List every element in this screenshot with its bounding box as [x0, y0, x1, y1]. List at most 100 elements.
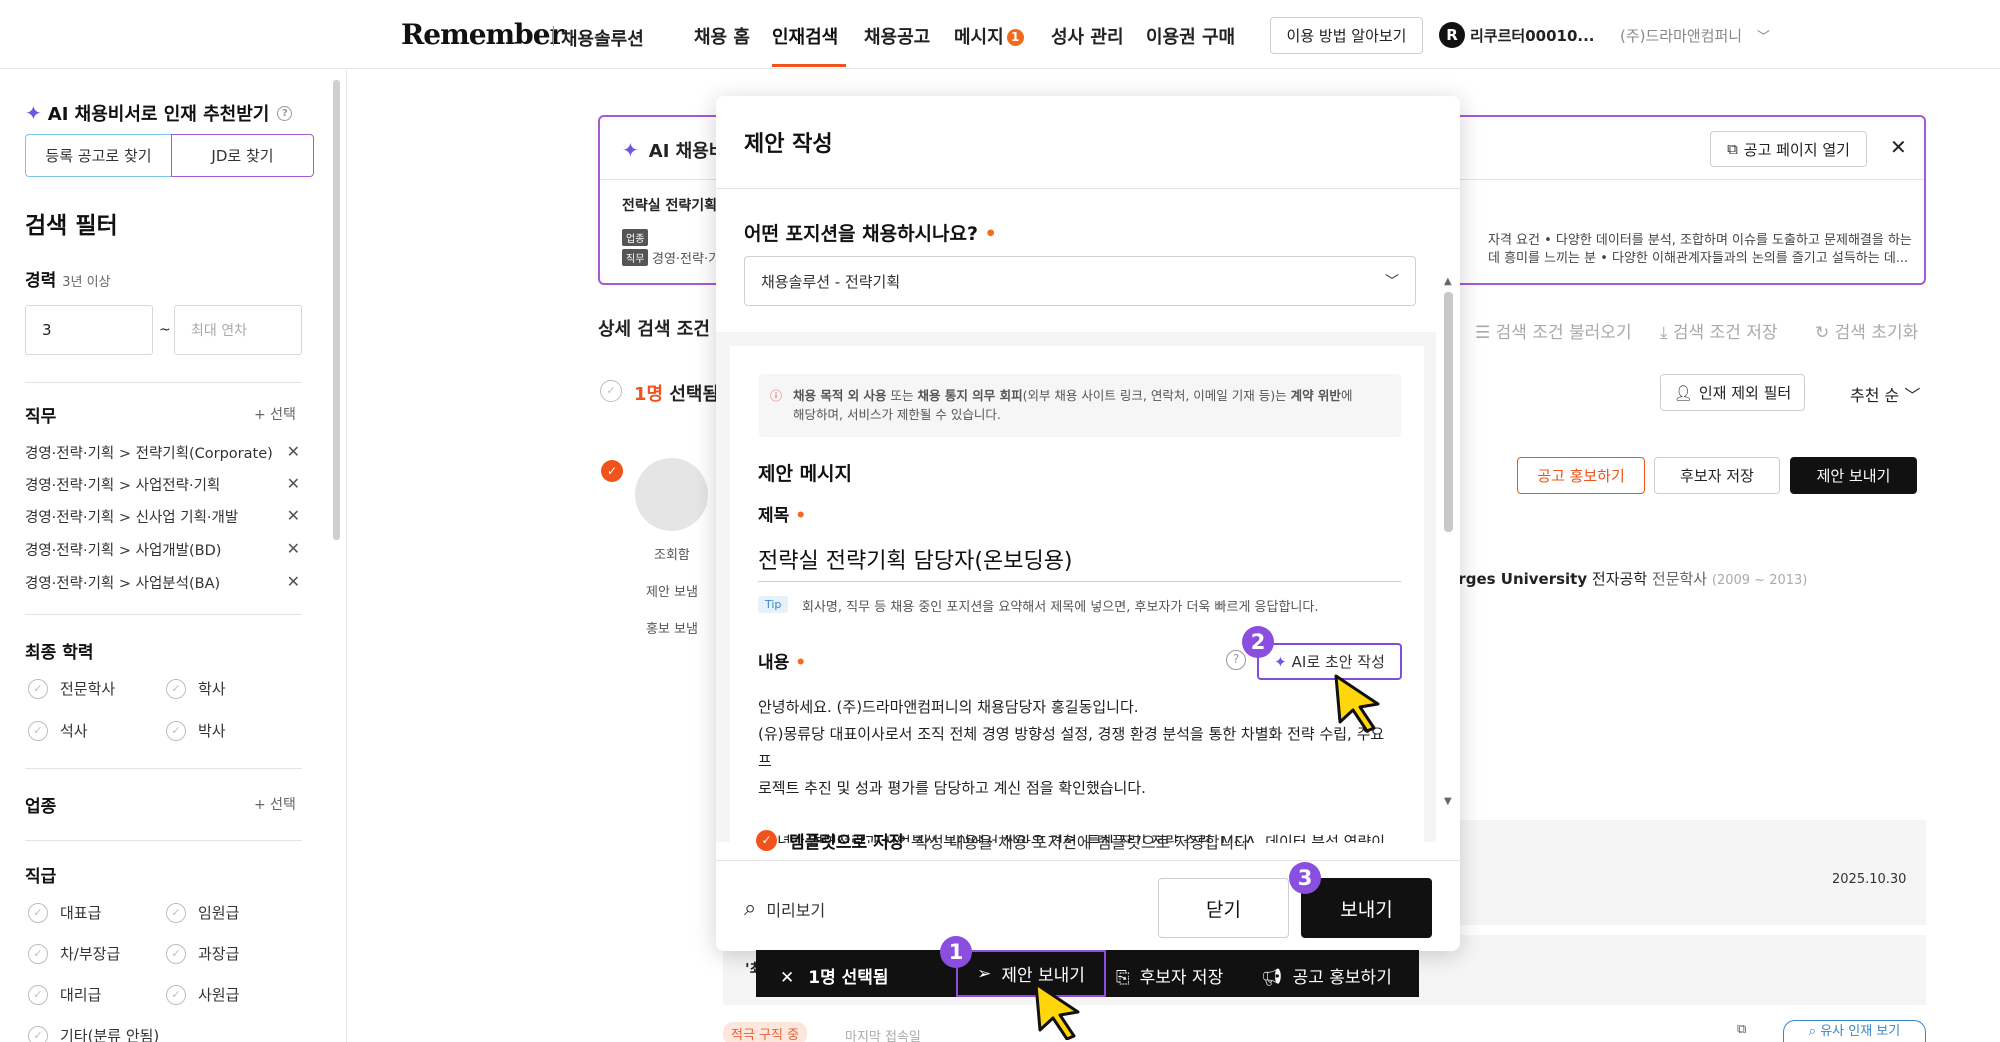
sort-dropdown[interactable]: 추천 순 ﹀ — [1850, 382, 1920, 406]
career-max-input[interactable]: 최대 연차 — [174, 305, 302, 355]
send-button[interactable]: 보내기 — [1301, 878, 1432, 938]
close-icon[interactable]: ✕ — [287, 506, 300, 527]
position-select[interactable]: 채용솔루션 - 전략기획 ﹀ — [744, 256, 1416, 306]
save-candidate-button[interactable]: 후보자 저장 — [1654, 457, 1780, 494]
edu-checkbox[interactable]: ✓ 학사 — [166, 678, 226, 699]
edu-label: 학사 — [198, 680, 226, 698]
close-icon[interactable]: ✕ — [287, 474, 300, 495]
divider — [716, 860, 1460, 861]
content-blank-line — [758, 802, 1398, 829]
rank-label-text: 사원급 — [198, 986, 240, 1004]
template-desc: 작성 내용을 채용 포지션에 템플릿으로 저장합니다 — [914, 832, 1249, 852]
job-add-button[interactable]: + 선택 — [254, 404, 296, 424]
alert-icon: ⓘ — [770, 389, 783, 403]
tab-find-by-posting[interactable]: 등록 공고로 찾기 — [25, 134, 171, 177]
rank-checkbox[interactable]: ✓ 차/부장급 — [28, 943, 120, 964]
nav-job-postings[interactable]: 채용공고 — [864, 23, 930, 49]
exclude-filter-button[interactable]: 👤︎ 인재 제외 필터 — [1660, 374, 1805, 411]
chevron-down-icon[interactable]: ﹀ — [1757, 26, 1770, 45]
filter-title: 검색 필터 — [25, 213, 118, 239]
divider — [25, 614, 302, 615]
tab-find-by-jd[interactable]: JD로 찾기 — [171, 134, 314, 177]
rank-checkbox[interactable]: ✓ 기타(분류 안됨) — [28, 1025, 159, 1042]
history-date: 2025.10.30 — [1832, 872, 1907, 887]
close-icon[interactable]: ✕ — [1890, 135, 1907, 159]
user-avatar[interactable]: R — [1439, 22, 1465, 48]
question-icon[interactable]: ? — [277, 105, 293, 121]
rank-label-text: 대표급 — [60, 904, 102, 922]
send-offer-action[interactable]: ➢ 제안 보내기 — [956, 950, 1106, 997]
scroll-down-icon[interactable]: ▼ — [1444, 796, 1452, 807]
save-candidate-action[interactable]: ⎘ 후보자 저장 — [1116, 963, 1223, 988]
promote-posting-action[interactable]: 📢︎ 공고 홍보하기 — [1261, 963, 1392, 988]
reset-conditions-button[interactable]: ↻ 검색 초기화 — [1815, 318, 1918, 343]
step-marker-1: 1 — [940, 936, 972, 968]
save-conditions-button[interactable]: ⤓ 검색 조건 저장 — [1660, 318, 1778, 343]
load-conditions-label: 검색 조건 불러오기 — [1495, 323, 1632, 343]
rank-checkbox[interactable]: ✓ 임원급 — [166, 902, 239, 923]
save-candidate-label: 후보자 저장 — [1139, 968, 1224, 988]
open-posting-page-button[interactable]: ⧉ 공고 페이지 열기 — [1710, 131, 1867, 167]
load-conditions-button[interactable]: ☰ 검색 조건 불러오기 — [1475, 318, 1632, 343]
candidate-checkbox[interactable]: ✓ — [601, 460, 623, 482]
send-offer-button[interactable]: 제안 보내기 — [1790, 457, 1917, 494]
nav-buy-pass[interactable]: 이용권 구매 — [1146, 23, 1235, 49]
list-icon: ☰ — [1475, 323, 1496, 343]
remember-logo[interactable]: Remember — [401, 18, 564, 51]
subject-label-text: 제목 — [758, 506, 790, 526]
rank-checkbox[interactable]: ✓ 대표급 — [28, 902, 101, 923]
question-icon[interactable]: ? — [1226, 650, 1246, 670]
content-textarea[interactable]: 안녕하세요. (주)드라마앤컴퍼니의 채용담당자 홍길동입니다. (유)몽류당 … — [758, 694, 1398, 843]
external-link-icon[interactable]: ⧉ — [1737, 1022, 1746, 1037]
nav-active-underline — [772, 64, 846, 67]
nav-messages[interactable]: 메시지 1 — [954, 23, 1024, 49]
user-name[interactable]: 리쿠르터00010... — [1470, 25, 1594, 46]
promote-posting-button[interactable]: 공고 홍보하기 — [1517, 457, 1645, 494]
preview-button[interactable]: ⌕ 미리보기 — [744, 896, 825, 921]
edu-checkbox[interactable]: ✓ 박사 — [166, 720, 226, 741]
banner-position: 전략실 전략기획 — [622, 198, 718, 214]
sparkle-icon: ✦ — [622, 138, 639, 162]
megaphone-icon: 📢︎ — [1261, 968, 1283, 988]
rank-checkbox[interactable]: ✓ 대리급 — [28, 984, 101, 1005]
content-line: 안녕하세요. (주)드라마앤컴퍼니의 채용담당자 홍길동입니다. — [758, 698, 1139, 716]
select-all-checkbox[interactable]: ✓ — [600, 380, 622, 402]
close-button[interactable]: 닫기 — [1158, 878, 1289, 938]
career-min-input[interactable]: 3 — [25, 305, 153, 355]
clear-selection-button[interactable]: ✕ 1명 선택됨 — [780, 963, 889, 988]
company-name[interactable]: (주)드라마앤컴퍼니 — [1620, 25, 1742, 46]
how-to-use-button[interactable]: 이용 방법 알아보기 — [1270, 17, 1423, 54]
edu-checkbox[interactable]: ✓ 석사 — [28, 720, 88, 741]
rank-checkbox[interactable]: ✓ 사원급 — [166, 984, 239, 1005]
education-line: orges University 전자공학 전문학사 (2009 ~ 2013) — [1448, 568, 1807, 589]
edu-checkbox[interactable]: ✓ 전문학사 — [28, 678, 115, 699]
check-icon: ✓ — [28, 943, 48, 964]
nav-deal-management[interactable]: 성사 관리 — [1051, 23, 1124, 49]
nav-messages-label: 메시지 — [954, 27, 1004, 48]
nav-recruit-home[interactable]: 채용 홈 — [694, 23, 750, 49]
position-question-text: 어떤 포지션을 채용하시나요? — [744, 223, 979, 245]
sparkle-icon: ✦ — [25, 101, 42, 125]
subject-label: 제목 • — [758, 501, 806, 526]
check-icon: ✓ — [28, 902, 48, 923]
job-filter-item: 경영·전략·기획 > 사업전략·기획 ✕ — [25, 474, 300, 495]
subject-input[interactable]: 전략실 전략기획 담당자(온보딩용) — [758, 538, 1401, 582]
status-badge: 적극 구직 중 — [723, 1022, 808, 1042]
similar-talent-button[interactable]: ⌕ 유사 인재 보기 — [1783, 1020, 1926, 1042]
warning-bold: 채용 통지 의무 회피 — [917, 388, 1023, 403]
scroll-up-icon[interactable]: ▲ — [1444, 276, 1452, 287]
career-label: 경력 3년 이상 — [25, 266, 111, 291]
rank-checkbox[interactable]: ✓ 과장급 — [166, 943, 239, 964]
close-icon[interactable]: ✕ — [287, 442, 300, 463]
job-filter-label: 경영·전략·기획 > 사업분석(BA) — [25, 576, 221, 592]
industry-add-button[interactable]: + 선택 — [254, 794, 296, 814]
sidebar-scrollbar[interactable] — [333, 80, 340, 540]
save-as-template-checkbox[interactable]: ✓ 템플릿으로 저장 작성 내용을 채용 포지션에 템플릿으로 저장합니다 — [756, 828, 1249, 853]
close-icon[interactable]: ✕ — [287, 572, 300, 593]
nav-talent-search[interactable]: 인재검색 — [772, 23, 838, 49]
check-icon: ✓ — [166, 902, 186, 923]
divider — [716, 188, 1460, 189]
modal-scrollbar[interactable] — [1444, 292, 1453, 532]
job-filter-label: 경영·전략·기획 > 신사업 기획·개발 — [25, 510, 239, 526]
close-icon[interactable]: ✕ — [287, 539, 300, 560]
